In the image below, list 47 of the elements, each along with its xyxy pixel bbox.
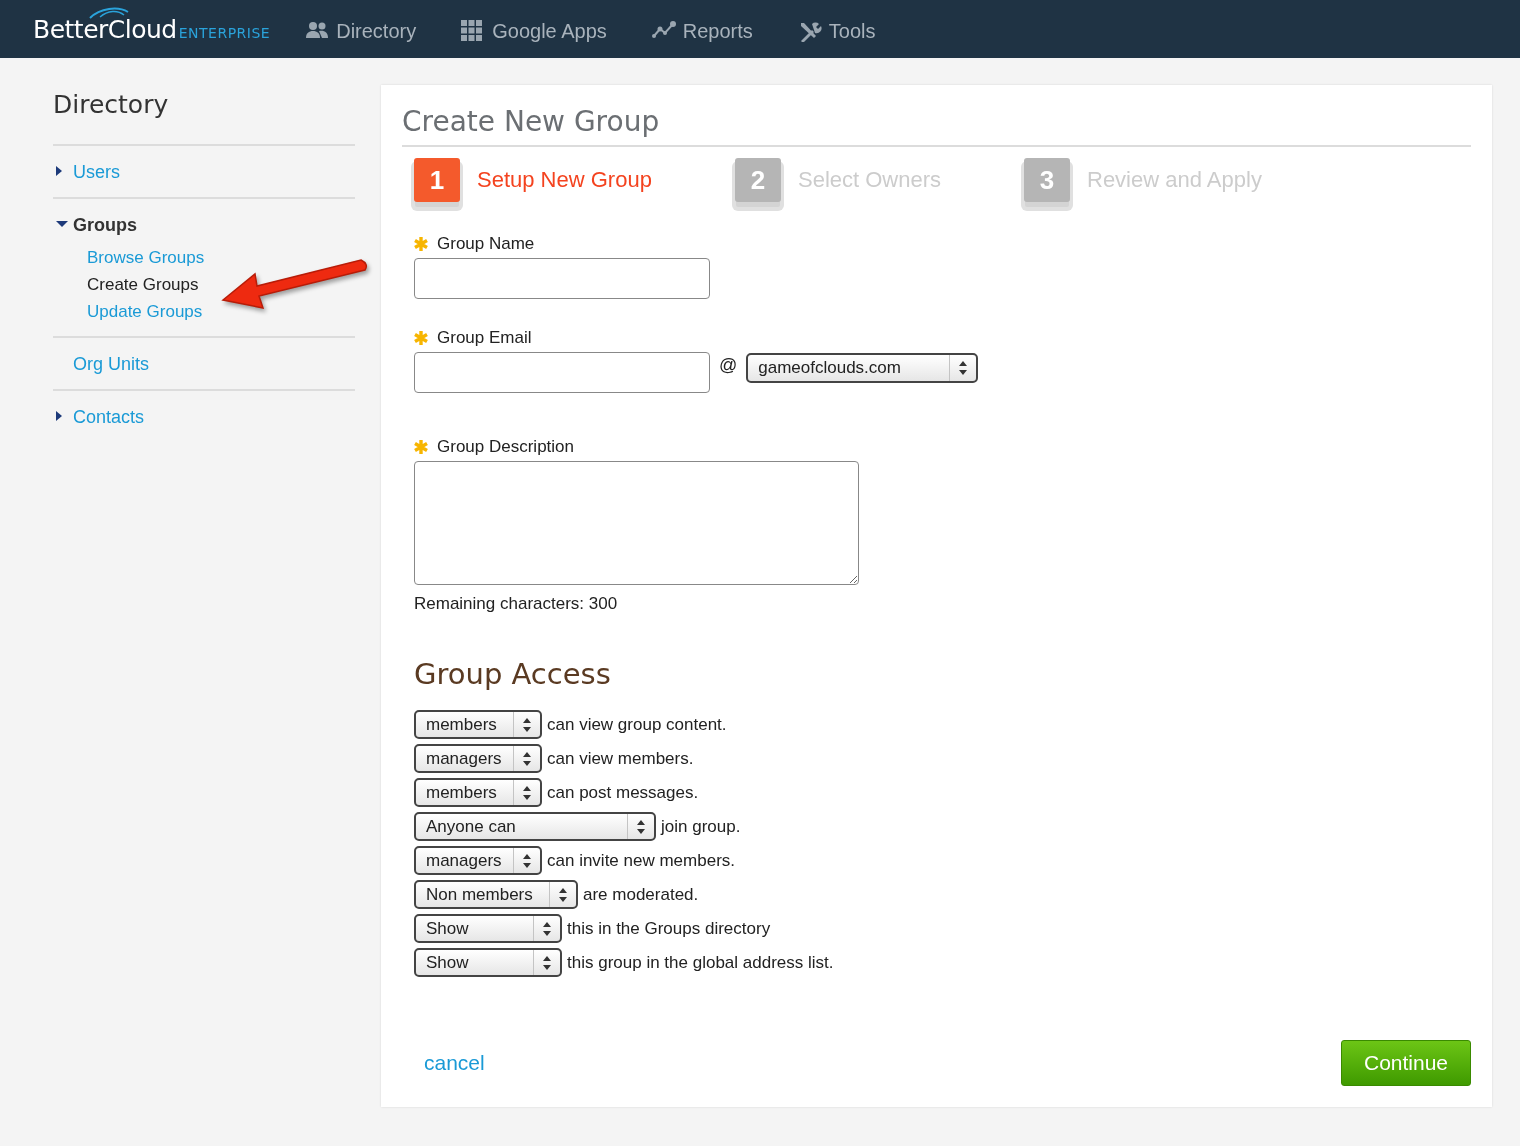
sidebar-sublink[interactable]: Create Groups	[87, 274, 199, 295]
text-area[interactable]	[414, 461, 859, 585]
up-down-arrows-icon	[559, 887, 567, 902]
field-label: Group Email	[437, 328, 532, 348]
section-title: Group Access	[414, 656, 612, 692]
rule-text: are moderated.	[583, 884, 699, 905]
nav-link[interactable]: Google Apps	[460, 15, 607, 43]
select-dropdown[interactable]: members	[414, 710, 542, 739]
select-dropdown[interactable]: managers	[414, 744, 542, 773]
select-dropdown[interactable]: members	[414, 778, 542, 807]
select-dropdown[interactable]: Show	[414, 948, 562, 977]
rule-text: can invite new members.	[547, 850, 736, 871]
select-dropdown[interactable]: managers	[414, 846, 542, 875]
nav-link[interactable]: Directory	[304, 15, 417, 43]
up-down-arrows-icon	[523, 853, 531, 868]
input-field[interactable]	[414, 258, 710, 299]
up-down-arrows-icon	[523, 717, 531, 732]
sidebar-title: Directory	[53, 89, 170, 121]
up-down-arrows-icon	[543, 955, 551, 970]
page-title: Create New Group	[402, 105, 1471, 147]
select-dropdown[interactable]: Anyone can	[414, 812, 656, 841]
select-dropdown[interactable]: Show	[414, 914, 562, 943]
up-down-arrows-icon	[637, 819, 645, 834]
rule-text: this group in the global address list.	[567, 952, 834, 973]
select-dropdown[interactable]: gameofclouds.com	[746, 353, 979, 383]
sidebar-link[interactable]: Groups	[73, 215, 137, 235]
up-down-arrows-icon	[543, 921, 551, 936]
rule-text: can view members.	[547, 748, 694, 769]
field-label: Group Description	[437, 437, 574, 457]
up-down-arrows-icon	[523, 751, 531, 766]
rule-text: can post messages.	[547, 782, 699, 803]
up-down-arrows-icon	[523, 785, 531, 800]
nav-link[interactable]: Tools	[796, 15, 876, 43]
nav-link[interactable]: Reports	[650, 15, 753, 43]
rule-text: can view group content.	[547, 714, 727, 735]
swoosh-icon	[88, 5, 130, 19]
at-sign: @	[719, 354, 738, 376]
select-dropdown[interactable]: Non members	[414, 880, 578, 909]
rule-text: this in the Groups directory	[567, 918, 771, 939]
rule-text: join group.	[661, 816, 741, 837]
logo-text[interactable]: BetterCloud	[33, 14, 177, 44]
input-field[interactable]	[414, 352, 710, 393]
field-label: Group Name	[437, 234, 535, 254]
edition-label: ENTERPRISE	[178, 24, 271, 41]
step-label: Setup New Group	[477, 167, 652, 193]
up-down-arrows-icon	[959, 361, 968, 375]
remaining-characters: Remaining characters: 300	[414, 594, 619, 614]
